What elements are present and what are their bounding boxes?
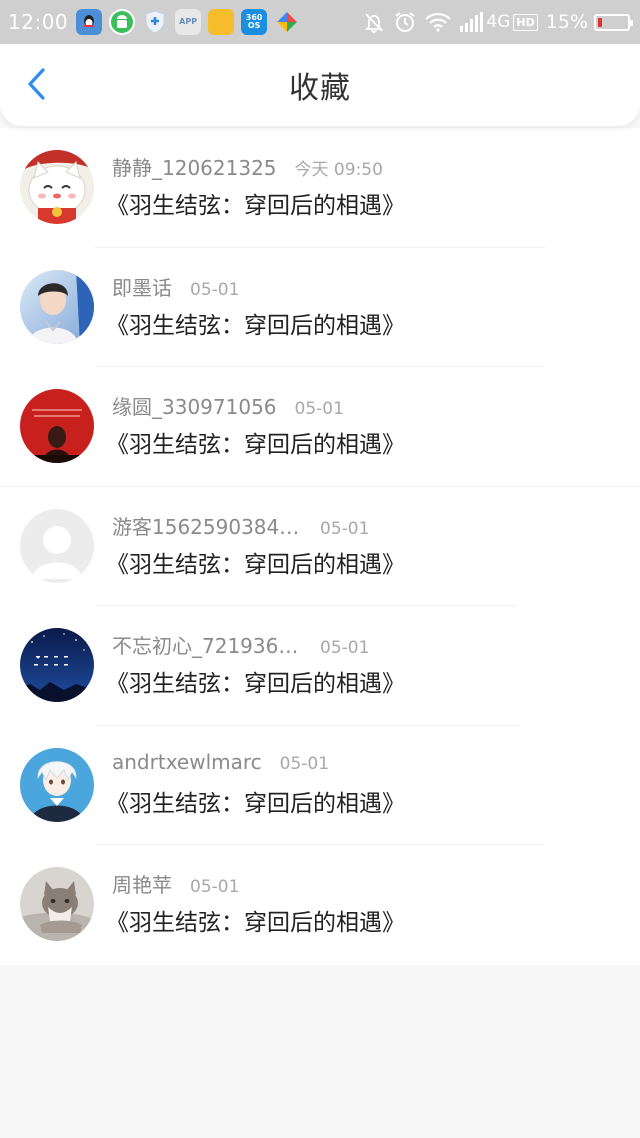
meta-row: 缘圆_330971056 05-01 <box>112 391 405 421</box>
user-name: andrtxewlmarc <box>112 749 262 774</box>
item-body: 静静_120621325 今天 09:50 《羽生结弦：穿回后的相遇》 <box>106 150 405 220</box>
post-time: 05-01 <box>279 753 330 774</box>
default-avatar <box>20 508 94 583</box>
favorites-list: 静静_120621325 今天 09:50 《羽生结弦：穿回后的相遇》 即墨话 … <box>0 128 640 965</box>
list-item[interactable]: andrtxewlmarc 05-01 《羽生结弦：穿回后的相遇》 <box>0 726 640 845</box>
night-sky-avatar <box>20 628 94 702</box>
list-item[interactable]: 静静_120621325 今天 09:50 《羽生结弦：穿回后的相遇》 <box>0 128 640 248</box>
item-title: 《羽生结弦：穿回后的相遇》 <box>106 193 405 219</box>
battery-percent: 15% <box>545 11 588 33</box>
post-time: 05-01 <box>294 399 344 419</box>
item-body: 游客15625903842... 05-01 《羽生结弦：穿回后的相遇》 <box>106 509 405 579</box>
boy-photo-avatar <box>20 269 94 344</box>
battery-icon <box>594 13 633 31</box>
status-left: 12:00 APP 360 OS <box>8 9 307 35</box>
network-type: 4G <box>486 12 511 32</box>
nav-header: 收藏 <box>0 44 640 126</box>
shield-plus-icon <box>142 9 168 35</box>
folder-icon <box>208 9 235 35</box>
meta-row: 游客15625903842... 05-01 <box>112 511 405 541</box>
item-body: 不忘初心_7219367... 05-01 《羽生结弦：穿回后的相遇》 <box>106 628 405 698</box>
item-title: 《羽生结弦：穿回后的相遇》 <box>106 312 405 339</box>
list-item[interactable]: 即墨话 05-01 《羽生结弦：穿回后的相遇》 <box>0 248 640 367</box>
meta-row: 静静_120621325 今天 09:50 <box>112 152 405 182</box>
red-girl-avatar <box>20 389 94 463</box>
status-time: 12:00 <box>8 10 69 34</box>
alarm-icon <box>393 10 417 34</box>
status-bar: 12:00 APP 360 OS 4G HD 15% <box>0 0 640 44</box>
page-title: 收藏 <box>289 71 351 106</box>
meta-row: 周艳苹 05-01 <box>112 869 405 899</box>
user-name: 游客15625903842... <box>112 514 302 539</box>
item-body: 即墨话 05-01 《羽生结弦：穿回后的相遇》 <box>106 270 405 340</box>
kitten-avatar <box>20 867 94 941</box>
post-time: 05-01 <box>320 518 370 539</box>
meta-row: andrtxewlmarc 05-01 <box>112 750 405 780</box>
list-item[interactable]: 缘圆_330971056 05-01 《羽生结弦：穿回后的相遇》 <box>0 367 640 487</box>
list-item[interactable]: 游客15625903842... 05-01 《羽生结弦：穿回后的相遇》 <box>0 487 640 606</box>
list-item[interactable]: 周艳苹 05-01 《羽生结弦：穿回后的相遇》 <box>0 845 640 965</box>
item-title: 《羽生结弦：穿回后的相遇》 <box>106 790 405 817</box>
user-name: 即墨话 <box>112 275 172 300</box>
android-icon <box>109 9 136 35</box>
mute-bell-icon <box>363 11 385 33</box>
qq-icon <box>76 9 103 35</box>
post-time: 05-01 <box>190 279 240 300</box>
back-button[interactable] <box>18 66 54 102</box>
post-time: 今天 09:50 <box>294 160 383 180</box>
item-body: andrtxewlmarc 05-01 《羽生结弦：穿回后的相遇》 <box>106 748 405 818</box>
item-title: 《羽生结弦：穿回后的相遇》 <box>106 910 405 936</box>
item-title: 《羽生结弦：穿回后的相遇》 <box>106 671 405 697</box>
user-name: 周艳苹 <box>112 873 172 897</box>
item-body: 周艳苹 05-01 《羽生结弦：穿回后的相遇》 <box>106 867 405 937</box>
360os-icon: 360 OS <box>241 9 268 35</box>
signal-icon <box>459 12 484 32</box>
item-body: 缘圆_330971056 05-01 《羽生结弦：穿回后的相遇》 <box>106 389 405 459</box>
meta-row: 不忘初心_7219367... 05-01 <box>112 630 405 660</box>
battery-level <box>598 17 603 27</box>
chevron-left-icon <box>28 68 45 100</box>
meta-row: 即墨话 05-01 <box>112 272 405 302</box>
list-item[interactable]: 不忘初心_7219367... 05-01 《羽生结弦：穿回后的相遇》 <box>0 606 640 726</box>
wifi-icon <box>425 12 452 32</box>
item-title: 《羽生结弦：穿回后的相遇》 <box>106 432 405 458</box>
puzzle-icon <box>274 9 300 35</box>
user-name: 静静_120621325 <box>112 156 277 180</box>
post-time: 05-01 <box>320 638 370 658</box>
hd-badge: HD <box>513 13 538 31</box>
item-title: 《羽生结弦：穿回后的相遇》 <box>106 551 405 578</box>
user-name: 缘圆_330971056 <box>112 395 277 419</box>
user-name: 不忘初心_7219367... <box>112 634 302 658</box>
app-icon: APP <box>175 9 202 35</box>
anime-boy-avatar <box>20 747 94 822</box>
status-right: 4G HD 15% <box>355 10 633 34</box>
post-time: 05-01 <box>190 877 240 897</box>
lucky-cat-avatar <box>20 150 94 224</box>
